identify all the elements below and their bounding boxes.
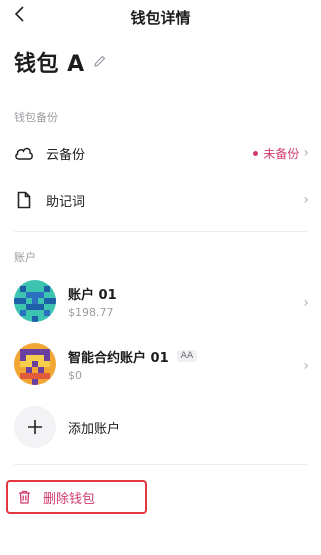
header: 钱包详情: [0, 0, 321, 34]
accounts-section-label: 账户: [14, 251, 36, 264]
cloud-backup-label: 云备份: [46, 147, 86, 163]
mnemonic-label: 助记词: [46, 194, 86, 210]
edit-wallet-name-button[interactable]: [93, 53, 107, 72]
delete-wallet-button[interactable]: 删除钱包: [6, 480, 147, 514]
chevron-right-icon: ›: [303, 145, 309, 161]
account-row-2[interactable]: 智能合约账户 01 AA $0 ›: [0, 340, 321, 388]
chevron-right-icon: ›: [303, 357, 309, 374]
document-icon: [14, 191, 34, 209]
cloud-icon: [14, 146, 34, 160]
account-info: 账户 01 $198.77: [68, 284, 117, 319]
wallet-name: 钱包 A: [14, 52, 85, 77]
account-type-badge: AA: [176, 350, 198, 362]
cloud-backup-row[interactable]: 云备份 未备份 ›: [0, 135, 321, 171]
plus-icon: [28, 420, 42, 434]
avatar: [14, 343, 56, 385]
add-account-button[interactable]: [14, 406, 56, 448]
divider: [14, 231, 307, 232]
account-name: 账户 01: [68, 287, 117, 303]
add-account-row[interactable]: 添加账户: [0, 403, 321, 451]
status-dot: [253, 150, 259, 156]
account-row-1-right: ›: [299, 292, 309, 311]
backup-status-text: 未备份: [263, 146, 300, 161]
chevron-right-icon: ›: [303, 192, 309, 208]
wallet-name-row: 钱包 A: [14, 46, 107, 78]
mnemonic-row[interactable]: 助记词 ›: [0, 182, 321, 218]
account-balance: $198.77: [68, 305, 114, 319]
delete-wallet-label: 删除钱包: [43, 491, 96, 507]
account-row-2-right: ›: [299, 355, 309, 374]
avatar: [14, 280, 56, 322]
account-balance: $0: [68, 368, 82, 382]
trash-icon: [18, 490, 31, 504]
account-row-1[interactable]: 账户 01 $198.77 ›: [0, 277, 321, 325]
add-account-label: 添加账户: [68, 421, 121, 437]
divider: [14, 464, 307, 465]
mnemonic-right: ›: [299, 192, 309, 208]
account-info: 智能合约账户 01 AA $0: [68, 347, 198, 382]
backup-status-badge: 未备份: [253, 145, 299, 162]
chevron-right-icon: ›: [303, 294, 309, 311]
pencil-icon: [93, 55, 106, 67]
page-title: 钱包详情: [130, 9, 191, 27]
account-name: 智能合约账户 01: [68, 350, 169, 366]
backup-section-label: 钱包备份: [14, 111, 58, 124]
account-name-row: 智能合约账户 01 AA: [68, 347, 198, 366]
cloud-backup-status-area: 未备份 ›: [253, 145, 309, 162]
